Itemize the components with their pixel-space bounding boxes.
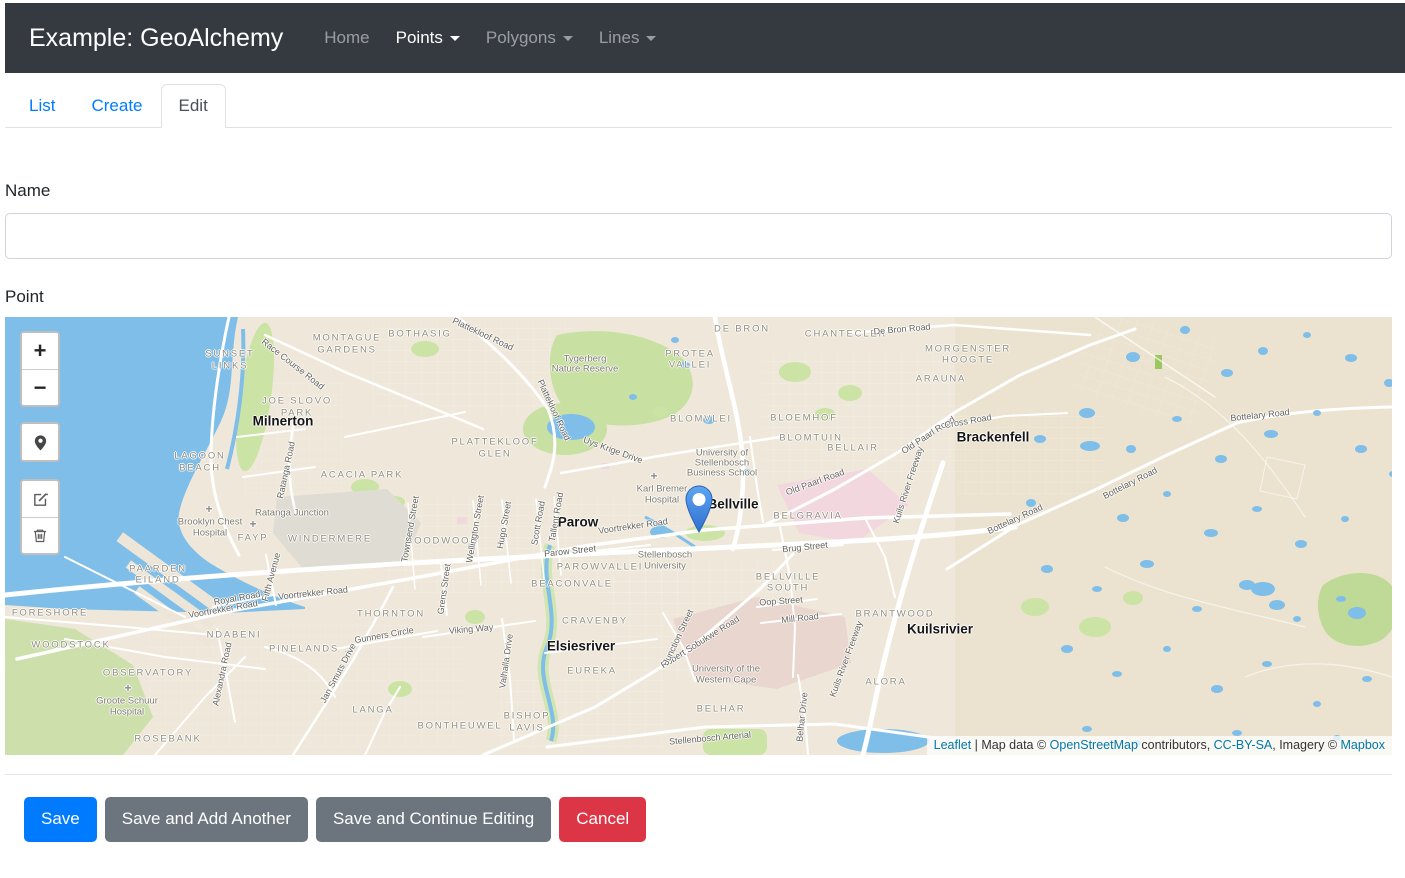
form-actions: Save Save and Add Another Save and Conti… [24, 797, 1392, 842]
top-navbar: Example: GeoAlchemy Home Points Polygons… [5, 3, 1405, 73]
osm-link[interactable]: OpenStreetMap [1050, 738, 1138, 752]
marker-icon [34, 434, 46, 450]
name-label: Name [5, 181, 51, 200]
attribution-text: contributors, [1137, 738, 1214, 752]
nav-item-points[interactable]: Points [383, 20, 473, 56]
tab-edit[interactable]: Edit [160, 84, 226, 128]
trash-icon [34, 529, 46, 543]
edit-control [20, 479, 60, 555]
save-add-another-button[interactable]: Save and Add Another [104, 797, 308, 842]
edit-layers-button[interactable] [22, 481, 58, 517]
mapbox-link[interactable]: Mapbox [1341, 738, 1385, 752]
cancel-button[interactable]: Cancel [559, 797, 647, 842]
zoom-out-button[interactable]: − [22, 369, 58, 405]
chevron-down-icon [562, 35, 573, 41]
chevron-down-icon [449, 35, 460, 41]
map-attribution: Leaflet | Map data © OpenStreetMap contr… [926, 736, 1392, 755]
ccbysa-link[interactable]: CC-BY-SA [1214, 738, 1273, 752]
divider [5, 774, 1392, 775]
map-marker-pin[interactable] [684, 485, 714, 534]
name-input[interactable] [5, 213, 1392, 259]
attribution-text: Map data © [981, 738, 1050, 752]
delete-layers-button[interactable] [22, 517, 58, 553]
nav-item-points-label: Points [395, 28, 443, 47]
attribution-separator: | [971, 738, 982, 752]
map-canvas[interactable]: Milnerton Parow Bellville Elsiesriver Kuilsr… [5, 317, 1392, 755]
attribution-text: , Imagery © [1272, 738, 1341, 752]
draw-marker-control [20, 422, 60, 462]
nav-item-home[interactable]: Home [311, 20, 382, 56]
nav-item-polygons-label: Polygons [485, 28, 556, 47]
map-tiles [5, 317, 1392, 755]
nav-item-home-label: Home [324, 28, 370, 47]
nav-item-lines[interactable]: Lines [586, 20, 670, 56]
view-tabs: List Create Edit [5, 84, 1392, 128]
zoom-in-button[interactable]: + [22, 333, 58, 369]
nav-item-lines-label: Lines [598, 28, 640, 47]
nav-item-polygons[interactable]: Polygons [473, 20, 586, 56]
point-label: Point [5, 287, 44, 306]
tab-list[interactable]: List [11, 84, 73, 128]
zoom-control: + − [20, 331, 60, 407]
leaflet-link[interactable]: Leaflet [934, 738, 972, 752]
save-button[interactable]: Save [24, 797, 97, 842]
chevron-down-icon [646, 35, 657, 41]
save-continue-editing-button[interactable]: Save and Continue Editing [315, 797, 552, 842]
draw-marker-button[interactable] [22, 424, 58, 460]
brand-link[interactable]: Example: GeoAlchemy [29, 24, 283, 53]
edit-icon [33, 492, 48, 506]
tab-create[interactable]: Create [73, 84, 160, 128]
